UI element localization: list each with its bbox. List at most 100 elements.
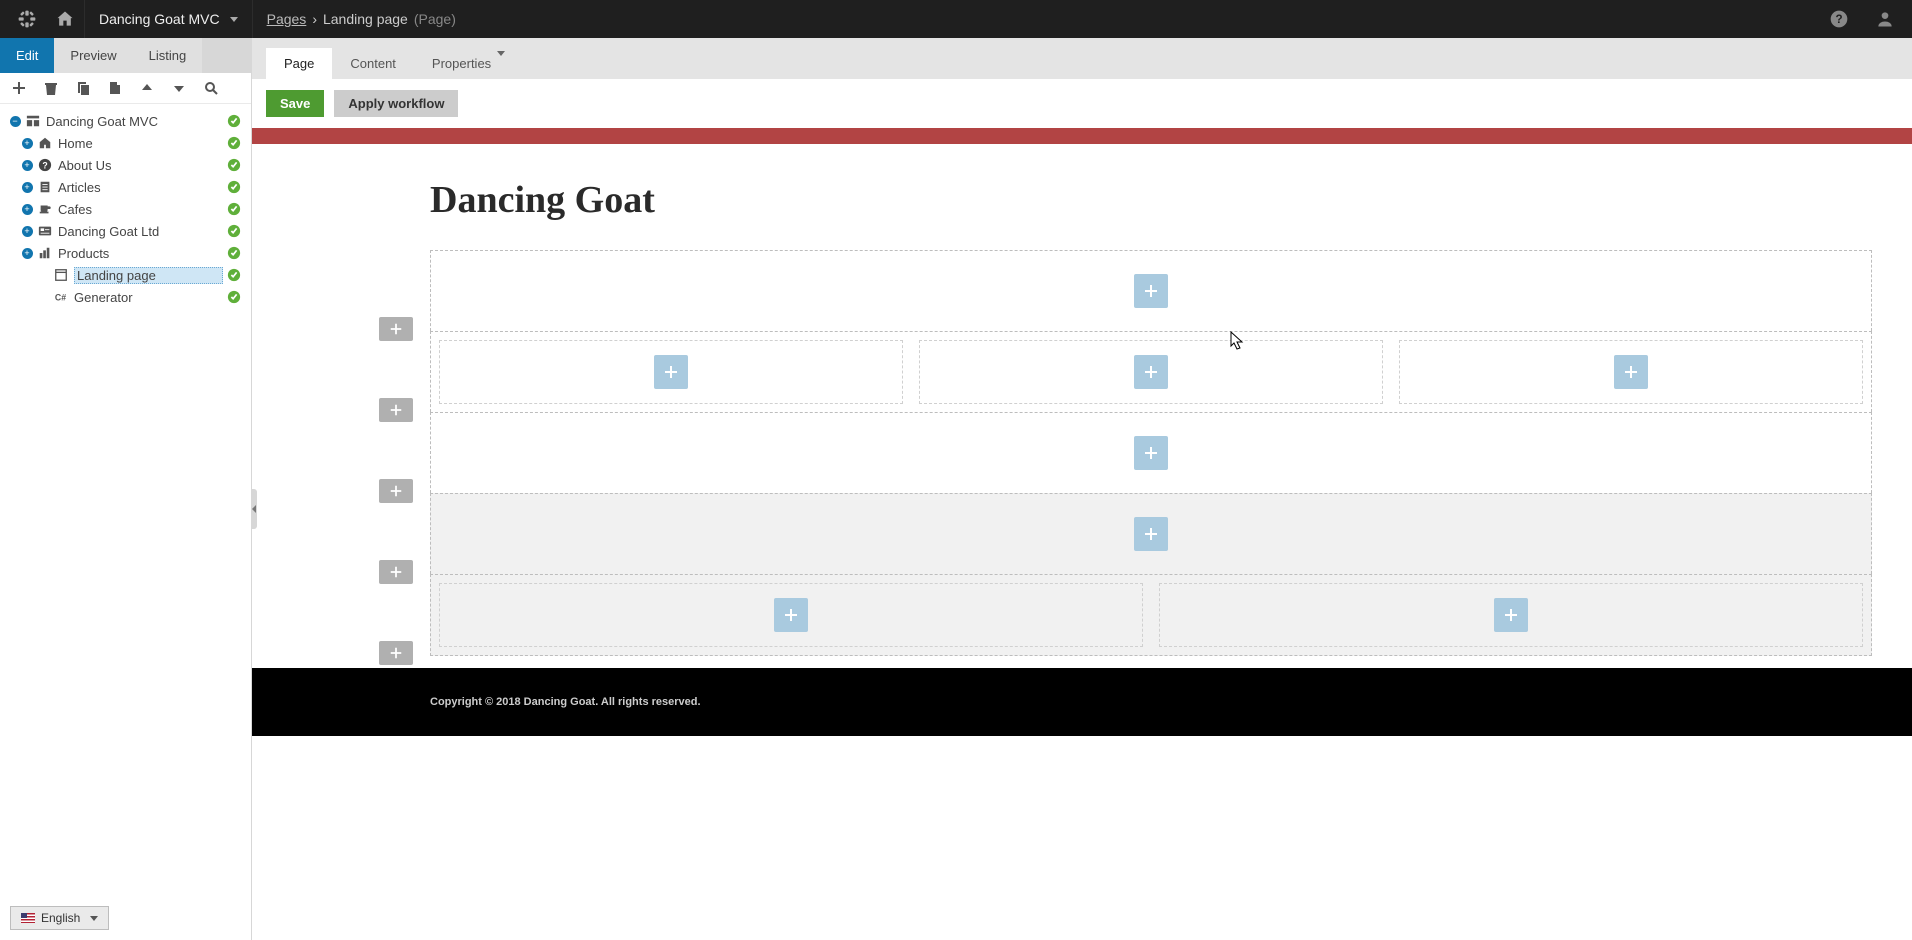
user-icon[interactable] xyxy=(1866,0,1904,38)
page-sections xyxy=(430,250,1872,656)
mode-tab-edit[interactable]: Edit xyxy=(0,38,54,73)
add-widget-button[interactable] xyxy=(1614,355,1648,389)
tree-node-root[interactable]: − Dancing Goat MVC xyxy=(2,110,247,132)
add-widget-button[interactable] xyxy=(774,598,808,632)
tree-node-about[interactable]: + ? About Us xyxy=(2,154,247,176)
move-up-icon[interactable] xyxy=(138,79,156,97)
tree-node-landingpage[interactable]: Landing page xyxy=(2,264,247,286)
tab-page[interactable]: Page xyxy=(266,48,332,79)
delete-icon[interactable] xyxy=(42,79,60,97)
page-title: Dancing Goat xyxy=(430,178,1872,222)
apply-workflow-button[interactable]: Apply workflow xyxy=(334,90,458,117)
tab-properties[interactable]: Properties xyxy=(414,48,523,79)
sidebar-splitter[interactable] xyxy=(251,489,257,529)
breadcrumb-type: (Page) xyxy=(414,11,456,27)
section-row xyxy=(431,494,1871,574)
add-widget-button[interactable] xyxy=(1134,274,1168,308)
zone-inner xyxy=(1159,583,1863,647)
doc-plus-icon[interactable] xyxy=(106,79,124,97)
breadcrumb-current: Landing page xyxy=(323,11,408,27)
mode-tab-listing[interactable]: Listing xyxy=(133,38,203,73)
status-ok-icon xyxy=(227,202,241,216)
add-widget-button[interactable] xyxy=(1494,598,1528,632)
language-label: English xyxy=(41,911,80,925)
question-solid-icon: ? xyxy=(36,158,54,172)
chevron-down-icon xyxy=(497,51,505,71)
add-widget-button[interactable] xyxy=(1134,436,1168,470)
tree-node-articles[interactable]: + Articles xyxy=(2,176,247,198)
add-widget-button[interactable] xyxy=(1134,355,1168,389)
svg-text:?: ? xyxy=(1835,13,1842,26)
language-selector[interactable]: English xyxy=(10,906,109,930)
status-ok-icon xyxy=(227,158,241,172)
zone-inner xyxy=(439,340,903,404)
tree-node-products[interactable]: + Products xyxy=(2,242,247,264)
expand-icon[interactable]: + xyxy=(20,158,34,172)
new-page-icon[interactable] xyxy=(10,79,28,97)
section-row xyxy=(431,332,1871,412)
collapse-icon[interactable]: − xyxy=(8,114,22,128)
tab-content[interactable]: Content xyxy=(332,48,414,79)
zone-inner xyxy=(439,583,1143,647)
expand-icon[interactable]: + xyxy=(20,202,34,216)
tree-node-label: Home xyxy=(58,136,223,151)
card-icon xyxy=(36,224,54,238)
section-row xyxy=(431,251,1871,331)
chevron-down-icon xyxy=(230,17,238,22)
save-button[interactable]: Save xyxy=(266,90,324,117)
home-icon[interactable] xyxy=(46,0,84,38)
expand-icon[interactable]: + xyxy=(20,224,34,238)
expand-icon[interactable]: + xyxy=(20,136,34,150)
breadcrumb-root[interactable]: Pages xyxy=(267,11,307,27)
expand-icon[interactable]: + xyxy=(20,180,34,194)
csharp-icon: C# xyxy=(52,290,70,304)
widget-zone xyxy=(431,332,911,412)
widget-zone xyxy=(431,575,1151,655)
add-section-button[interactable] xyxy=(379,560,413,584)
tree-node-label: Articles xyxy=(58,180,223,195)
tree-node-cafes[interactable]: + Cafes xyxy=(2,198,247,220)
page-header-stripe xyxy=(252,128,1912,144)
tree-node-label: Landing page xyxy=(74,267,223,284)
tree-node-label: Cafes xyxy=(58,202,223,217)
tree-node-generator[interactable]: C# Generator xyxy=(2,286,247,308)
site-name: Dancing Goat MVC xyxy=(99,11,220,27)
add-section-button[interactable] xyxy=(379,641,413,665)
move-down-icon[interactable] xyxy=(170,79,188,97)
status-ok-icon xyxy=(227,114,241,128)
help-icon[interactable]: ? xyxy=(1820,0,1858,38)
page-inner: Dancing Goat xyxy=(252,144,1912,656)
add-widget-button[interactable] xyxy=(1134,517,1168,551)
add-section-button[interactable] xyxy=(379,317,413,341)
app-launcher-icon[interactable] xyxy=(8,0,46,38)
cafe-icon xyxy=(36,202,54,216)
home-icon xyxy=(36,136,54,150)
expand-icon[interactable]: + xyxy=(20,246,34,260)
tree-node-home[interactable]: + Home xyxy=(2,132,247,154)
add-widget-button[interactable] xyxy=(654,355,688,389)
add-section-button[interactable] xyxy=(379,398,413,422)
tab-properties-label: Properties xyxy=(432,56,491,71)
search-icon[interactable] xyxy=(202,79,220,97)
section-1 xyxy=(430,250,1872,331)
tree-node-dancinggoatltd[interactable]: + Dancing Goat Ltd xyxy=(2,220,247,242)
tree-node-label: Dancing Goat Ltd xyxy=(58,224,223,239)
flag-icon xyxy=(21,913,35,923)
mode-tab-preview[interactable]: Preview xyxy=(54,38,132,73)
action-toolbar: Save Apply workflow xyxy=(252,79,1912,128)
content-area: Page Content Properties Save Apply workf… xyxy=(252,38,1912,940)
layout-icon xyxy=(24,114,42,128)
add-section-button[interactable] xyxy=(379,479,413,503)
status-ok-icon xyxy=(227,136,241,150)
widget-zone xyxy=(1151,575,1871,655)
site-selector[interactable]: Dancing Goat MVC xyxy=(84,0,253,38)
widget-zone xyxy=(431,413,1871,493)
copy-icon[interactable] xyxy=(74,79,92,97)
page-icon xyxy=(52,268,70,282)
status-ok-icon xyxy=(227,290,241,304)
status-ok-icon xyxy=(227,180,241,194)
status-ok-icon xyxy=(227,224,241,238)
widget-zone xyxy=(431,494,1871,574)
status-ok-icon xyxy=(227,268,241,282)
content-tree: − Dancing Goat MVC + Home + ? About Us + xyxy=(0,104,251,940)
